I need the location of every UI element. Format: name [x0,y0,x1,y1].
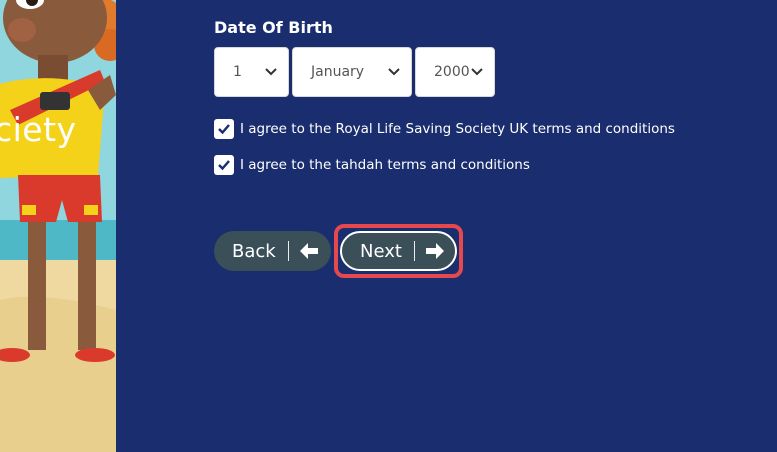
terms-rlss-label: I agree to the Royal Life Saving Society… [240,121,675,137]
month-select-value: January [311,64,365,80]
dob-label: Date Of Birth [214,18,333,37]
illustration-panel: ciety [0,0,116,452]
month-select[interactable]: January [292,47,412,97]
next-button-label: Next [360,240,402,262]
terms-rlss-checkbox[interactable] [214,119,234,139]
day-select-value: 1 [233,64,242,80]
chevron-down-icon [470,65,484,79]
terms-rlss-row: I agree to the Royal Life Saving Society… [214,119,675,139]
chevron-down-icon [264,65,278,79]
banner-text: ciety [0,110,77,149]
terms-tahdah-label: I agree to the tahdah terms and conditio… [240,157,530,173]
chevron-down-icon [387,65,401,79]
check-icon [218,160,230,171]
year-select[interactable]: 2000 [415,47,495,97]
terms-tahdah-checkbox[interactable] [214,155,234,175]
terms-tahdah-row: I agree to the tahdah terms and conditio… [214,155,530,175]
check-icon [218,124,230,135]
back-button-label: Back [232,240,276,262]
year-select-value: 2000 [434,64,470,80]
button-divider [413,241,415,261]
lifeguard-illustration [0,0,116,452]
arrow-right-icon [425,241,445,261]
day-select[interactable]: 1 [214,47,289,97]
back-button[interactable]: Back [214,231,331,271]
arrow-left-icon [299,241,319,261]
button-divider [287,241,289,261]
next-button[interactable]: Next [340,231,457,271]
